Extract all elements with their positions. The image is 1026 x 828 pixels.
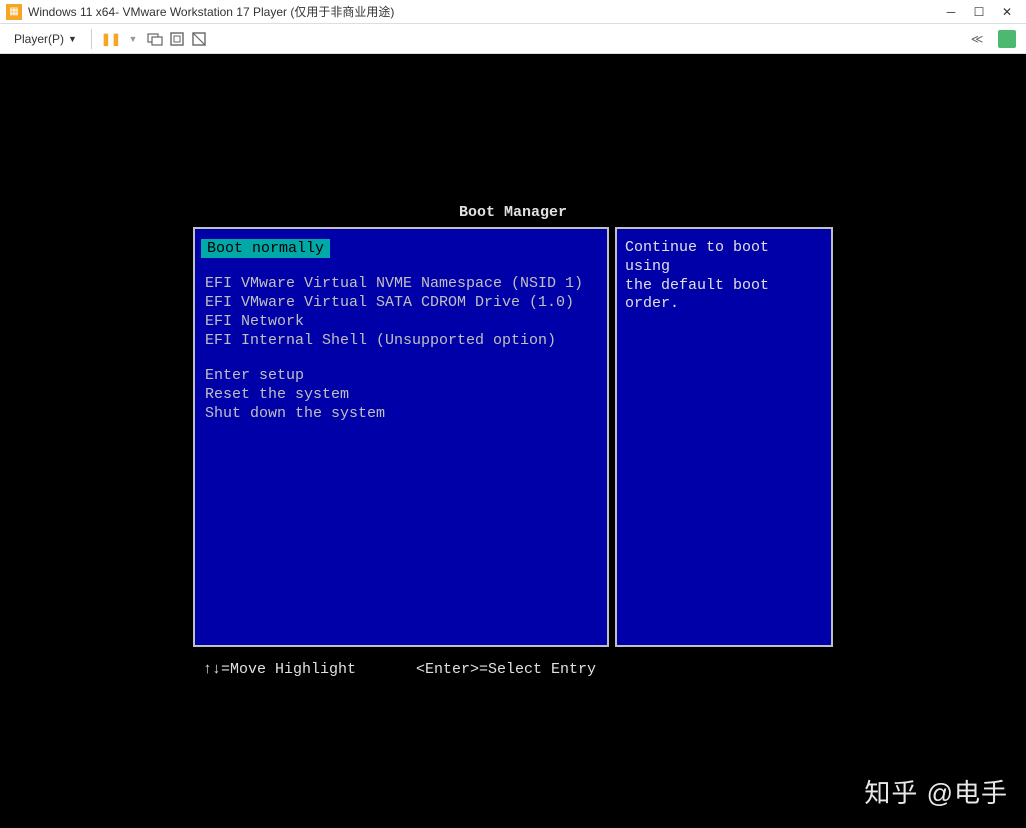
watermark: 知乎 @电手 xyxy=(864,773,1008,810)
close-button[interactable]: ✕ xyxy=(1000,5,1014,19)
toolbar: Player(P) ▼ ❚❚ ▼ ≪ xyxy=(0,24,1026,54)
boot-manager: Boot Manager Boot normally EFI VMware Vi… xyxy=(193,204,833,678)
note-icon[interactable] xyxy=(996,28,1018,50)
boot-menu: Boot normally EFI VMware Virtual NVME Na… xyxy=(193,227,609,647)
boot-help-panel: Continue to boot using the default boot … xyxy=(615,227,833,647)
boot-help-line: the default boot order. xyxy=(625,277,823,315)
boot-item[interactable]: EFI VMware Virtual NVME Namespace (NSID … xyxy=(195,274,607,293)
boot-footer: ↑↓=Move Highlight <Enter>=Select Entry xyxy=(193,661,833,678)
boot-footer-move: ↑↓=Move Highlight xyxy=(203,661,356,678)
back-icon[interactable]: ≪ xyxy=(966,28,988,50)
vm-screen[interactable]: Boot Manager Boot normally EFI VMware Vi… xyxy=(0,54,1026,828)
power-dropdown-icon[interactable]: ▼ xyxy=(122,28,144,50)
boot-item[interactable]: EFI Network xyxy=(195,312,607,331)
boot-item[interactable]: EFI VMware Virtual SATA CDROM Drive (1.0… xyxy=(195,293,607,312)
minimize-button[interactable]: ─ xyxy=(944,5,958,19)
boot-item[interactable]: Enter setup xyxy=(195,366,607,385)
vmware-icon: ▦ xyxy=(6,4,22,20)
boot-item[interactable]: EFI Internal Shell (Unsupported option) xyxy=(195,331,607,350)
chevron-down-icon: ▼ xyxy=(68,34,77,44)
boot-item[interactable]: Shut down the system xyxy=(195,404,607,423)
fullscreen-icon[interactable] xyxy=(166,28,188,50)
window-titlebar: ▦ Windows 11 x64- VMware Workstation 17 … xyxy=(0,0,1026,24)
player-menu-label: Player(P) xyxy=(14,32,64,46)
toolbar-right: ≪ xyxy=(966,28,1018,50)
send-keys-icon[interactable] xyxy=(144,28,166,50)
window-title: Windows 11 x64- VMware Workstation 17 Pl… xyxy=(28,3,944,20)
unity-icon[interactable] xyxy=(188,28,210,50)
boot-item[interactable]: Reset the system xyxy=(195,385,607,404)
boot-help-line: Continue to boot using xyxy=(625,239,823,277)
boot-footer-select: <Enter>=Select Entry xyxy=(416,661,596,678)
boot-item-selected[interactable]: Boot normally xyxy=(201,239,330,258)
maximize-button[interactable]: ☐ xyxy=(972,5,986,19)
pause-icon[interactable]: ❚❚ xyxy=(100,28,122,50)
player-menu[interactable]: Player(P) ▼ xyxy=(8,30,83,48)
window-controls: ─ ☐ ✕ xyxy=(944,5,1020,19)
boot-manager-title: Boot Manager xyxy=(193,204,833,221)
toolbar-separator xyxy=(91,29,92,49)
